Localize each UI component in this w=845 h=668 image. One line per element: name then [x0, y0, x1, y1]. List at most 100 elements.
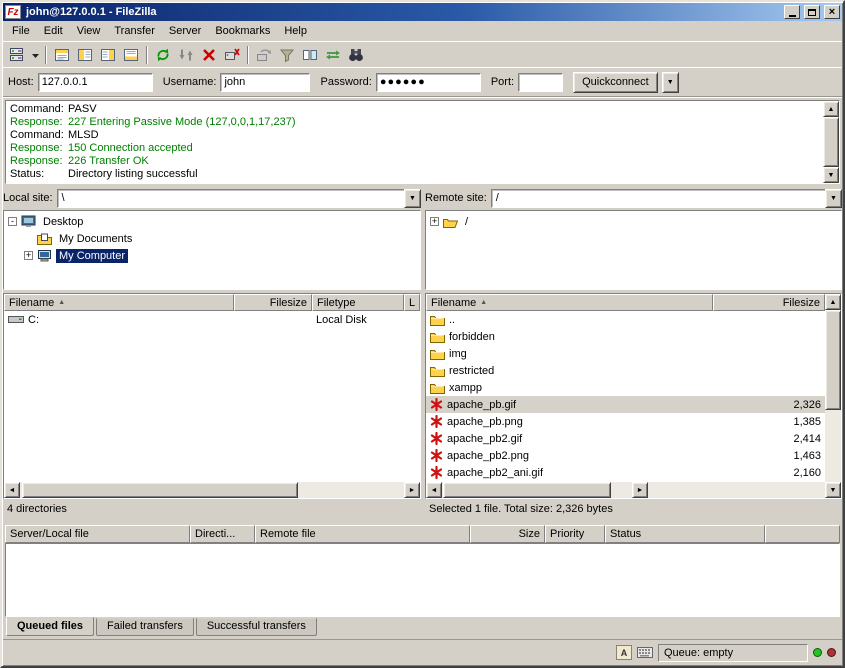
process-queue-button[interactable]: [175, 44, 197, 66]
site-manager-button[interactable]: [6, 44, 28, 66]
remote-site-combo[interactable]: / ▼: [491, 189, 842, 208]
tree-item-my-documents[interactable]: My Documents: [4, 230, 420, 247]
file-name-cell: img: [426, 348, 713, 360]
file-name-cell: restricted: [426, 365, 713, 377]
scroll-left-icon[interactable]: ◄: [426, 482, 442, 498]
find-files-button[interactable]: [345, 44, 367, 66]
file-row-apache-pb-gif[interactable]: apache_pb.gif2,326: [426, 396, 825, 413]
synchronized-browsing-button[interactable]: [322, 44, 344, 66]
file-icon: [430, 449, 443, 462]
file-row-restricted[interactable]: restricted: [426, 362, 825, 379]
scroll-up-icon[interactable]: ▲: [825, 294, 841, 310]
scroll-down-icon[interactable]: ▼: [823, 167, 839, 183]
reconnect-button[interactable]: [253, 44, 275, 66]
scroll-up-icon[interactable]: ▲: [823, 101, 839, 117]
tab-successful-transfers[interactable]: Successful transfers: [196, 618, 317, 636]
refresh-button[interactable]: [152, 44, 174, 66]
tree-collapse-icon[interactable]: -: [8, 217, 17, 226]
password-input[interactable]: [376, 73, 481, 92]
menu-server[interactable]: Server: [162, 23, 208, 39]
remote-hscrollbar[interactable]: ◄ ►: [426, 482, 825, 498]
minimize-button[interactable]: [784, 5, 800, 19]
file-name-cell: ..: [426, 314, 713, 326]
column-header-server-local-file[interactable]: Server/Local file: [5, 525, 190, 543]
file-row-apache-pb2-gif[interactable]: apache_pb2.gif2,414: [426, 430, 825, 447]
quickconnect-button[interactable]: Quickconnect: [573, 72, 658, 93]
file-row-img[interactable]: img: [426, 345, 825, 362]
close-button[interactable]: ×: [824, 5, 840, 19]
tree-item-desktop[interactable]: -Desktop: [4, 213, 420, 230]
file-size-cell: 2,326: [713, 399, 825, 411]
menu-bookmarks[interactable]: Bookmarks: [208, 23, 277, 39]
column-header-l[interactable]: L: [404, 294, 420, 311]
username-input[interactable]: [220, 73, 310, 92]
scroll-left-icon[interactable]: ◄: [4, 482, 20, 498]
file-row-blank[interactable]: ..: [426, 311, 825, 328]
toggle-local-tree-button[interactable]: [74, 44, 96, 66]
tree-item-blank[interactable]: +/: [426, 213, 841, 230]
column-header-filetype[interactable]: Filetype: [312, 294, 404, 311]
maximize-button[interactable]: [804, 5, 820, 19]
column-header-label: Filename: [431, 297, 476, 309]
remote-vscrollbar[interactable]: ▲ ▼: [825, 294, 841, 498]
file-row-c[interactable]: C:Local Disk: [4, 311, 420, 328]
remote-status-text: Selected 1 file. Total size: 2,326 bytes: [425, 499, 842, 519]
local-site-combo[interactable]: \ ▼: [57, 189, 421, 208]
menu-view[interactable]: View: [70, 23, 108, 39]
file-row-apache-pb2-png[interactable]: apache_pb2.png1,463: [426, 447, 825, 464]
tree-expand-icon[interactable]: +: [430, 217, 439, 226]
tree-item-my-computer[interactable]: +My Computer: [4, 247, 420, 264]
column-header-filename[interactable]: Filename▲: [426, 294, 713, 311]
menu-help[interactable]: Help: [277, 23, 314, 39]
column-header-filesize[interactable]: Filesize: [234, 294, 312, 311]
host-label: Host:: [8, 76, 34, 88]
scroll-thumb[interactable]: [443, 482, 611, 498]
disconnect-button[interactable]: [221, 44, 243, 66]
data-type-icon: A: [616, 645, 632, 660]
activity-led-green: [813, 648, 822, 657]
column-header-filename[interactable]: Filename▲: [4, 294, 234, 311]
filezilla-logo-icon[interactable]: Fz: [5, 5, 21, 19]
toggle-queue-button[interactable]: [120, 44, 142, 66]
toggle-remote-tree-button[interactable]: [97, 44, 119, 66]
tab-queued-files[interactable]: Queued files: [6, 617, 94, 636]
remote-site-label: Remote site:: [425, 192, 487, 204]
chevron-down-icon[interactable]: ▼: [825, 189, 842, 208]
tree-expand-icon[interactable]: +: [24, 251, 33, 260]
menu-transfer[interactable]: Transfer: [107, 23, 162, 39]
column-header-size[interactable]: Size: [470, 525, 545, 543]
scroll-right-icon[interactable]: ►: [632, 482, 648, 498]
host-input[interactable]: [38, 73, 153, 92]
column-header-filesize[interactable]: Filesize: [713, 294, 825, 311]
cancel-button[interactable]: [198, 44, 220, 66]
menu-file[interactable]: File: [5, 23, 37, 39]
local-hscrollbar[interactable]: ◄ ►: [4, 482, 420, 498]
chevron-down-icon[interactable]: ▼: [404, 189, 421, 208]
log-line-text: PASV: [68, 103, 97, 115]
menu-edit[interactable]: Edit: [37, 23, 70, 39]
scroll-thumb[interactable]: [825, 310, 841, 410]
column-header-remote-file[interactable]: Remote file: [255, 525, 470, 543]
column-header-directi[interactable]: Directi...: [190, 525, 255, 543]
scroll-thumb[interactable]: [823, 117, 839, 167]
file-row-apache-pb-png[interactable]: apache_pb.png1,385: [426, 413, 825, 430]
file-size-cell: 1,385: [713, 416, 825, 428]
quickconnect-dropdown-button[interactable]: ▼: [662, 72, 679, 93]
log-scrollbar[interactable]: ▲ ▼: [823, 101, 839, 183]
scroll-right-icon[interactable]: ►: [404, 482, 420, 498]
file-row-forbidden[interactable]: forbidden: [426, 328, 825, 345]
scroll-down-icon[interactable]: ▼: [825, 482, 841, 498]
scroll-thumb[interactable]: [22, 482, 298, 498]
port-input[interactable]: [518, 73, 563, 92]
log-line: Response:227 Entering Passive Mode (127,…: [10, 116, 819, 129]
column-header-status[interactable]: Status: [605, 525, 765, 543]
file-row-apache-pb2-ani-gif[interactable]: apache_pb2_ani.gif2,160: [426, 464, 825, 481]
local-file-list: Filename▲FilesizeFiletypeL C:Local Disk …: [3, 293, 421, 499]
tab-failed-transfers[interactable]: Failed transfers: [96, 618, 194, 636]
file-row-xampp[interactable]: xampp: [426, 379, 825, 396]
directory-filters-button[interactable]: [276, 44, 298, 66]
toggle-message-log-button[interactable]: [51, 44, 73, 66]
column-header-priority[interactable]: Priority: [545, 525, 605, 543]
site-manager-dropdown-button[interactable]: [29, 44, 41, 66]
directory-comparison-button[interactable]: [299, 44, 321, 66]
